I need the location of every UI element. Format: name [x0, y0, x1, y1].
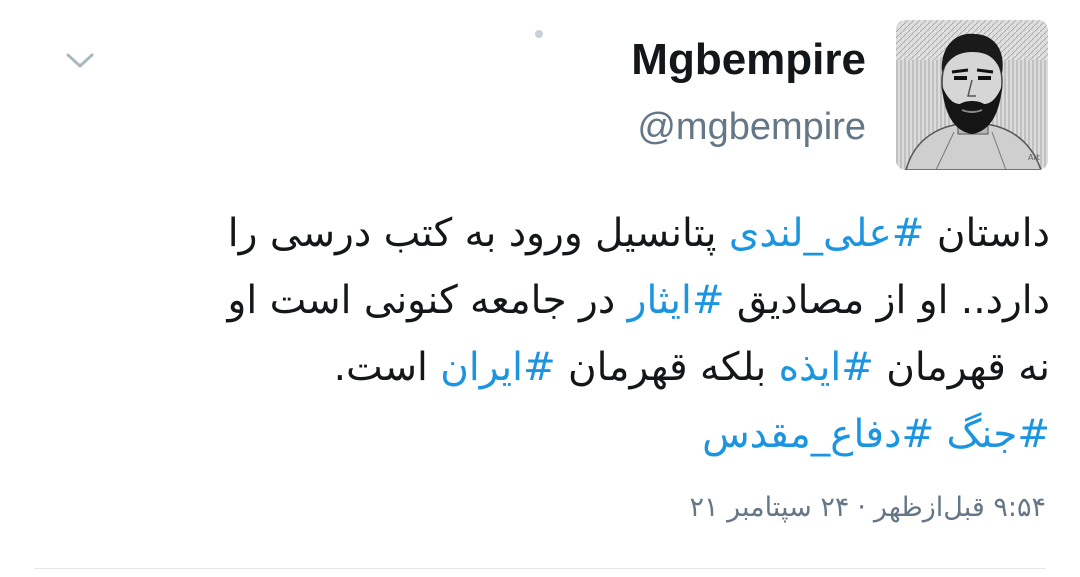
tweet-text: داستان #علی_لندی پتانسیل ورود به کتب درس…	[30, 200, 1050, 468]
tweet-text-segment: است.	[333, 345, 441, 390]
user-avatar-portrait: Art	[896, 20, 1048, 170]
hashtag-link[interactable]: #ایران	[440, 345, 555, 390]
tweet-text-segment: در جامعه کنونی است او	[227, 278, 628, 323]
tweet-card: Art Mgbempire @mgbempire داستان #علی_لند…	[0, 0, 1080, 577]
tweet-time: ۹:۵۴ قبل‌ازظهر	[873, 492, 1046, 523]
timestamp-separator: ·	[857, 492, 866, 523]
tweet-timestamp[interactable]: ۹:۵۴ قبل‌ازظهر·۲۴ سپتامبر ۲۱	[689, 494, 1046, 521]
hashtag-link[interactable]: #دفاع_مقدس	[702, 412, 934, 457]
tweet-text-segment: بلکه قهرمان	[555, 345, 779, 390]
hashtag-link[interactable]: #علی_لندی	[729, 211, 925, 256]
hashtag-link[interactable]: #ایثار	[628, 278, 725, 323]
tweet-date: ۲۴ سپتامبر ۲۱	[689, 492, 850, 523]
hashtag-link[interactable]: #ایذه	[779, 345, 874, 390]
tweet-text-line: داستان #علی_لندی پتانسیل ورود به کتب درس…	[30, 200, 1050, 267]
avatar[interactable]: Art	[896, 20, 1048, 170]
tweet-text-segment: داستان	[924, 211, 1050, 256]
tweet-text-line: #جنگ #دفاع_مقدس	[30, 401, 1050, 468]
tweet-text-segment	[934, 412, 946, 457]
decorative-dot	[535, 30, 543, 38]
tweet-text-line: نه قهرمان #ایذه بلکه قهرمان #ایران است.	[30, 334, 1050, 401]
username[interactable]: @mgbempire	[637, 108, 866, 146]
tweet-text-segment: دارد.. او از مصادیق	[724, 278, 1050, 323]
tweet-text-segment: پتانسیل ورود به کتب درسی را	[227, 211, 729, 256]
svg-text:Art: Art	[1028, 153, 1040, 162]
hashtag-link[interactable]: #جنگ	[947, 412, 1050, 457]
tweet-text-segment: نه قهرمان	[873, 345, 1050, 390]
divider	[34, 568, 1046, 569]
chevron-down-icon[interactable]	[62, 46, 98, 74]
display-name[interactable]: Mgbempire	[631, 38, 866, 82]
tweet-text-line: دارد.. او از مصادیق #ایثار در جامعه کنون…	[30, 267, 1050, 334]
